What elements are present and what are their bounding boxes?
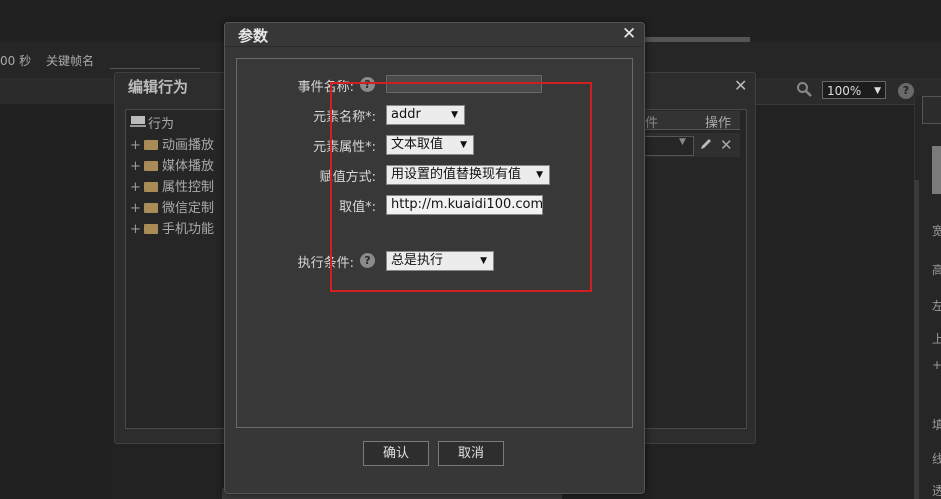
tree-item-label: 手机功能	[162, 222, 215, 237]
tree-item-mobile[interactable]: + 手机功能	[130, 218, 214, 237]
expand-icon[interactable]: +	[130, 180, 144, 195]
width-label: 宽	[932, 224, 941, 238]
divider	[225, 46, 642, 47]
left-label: 左	[932, 299, 941, 313]
tree-item-wechat[interactable]: + 微信定制	[130, 197, 214, 216]
keyframe-name-label: 关键帧名	[46, 54, 95, 68]
tree-item-label: 动画播放	[162, 138, 215, 153]
folder-icon	[144, 182, 158, 192]
close-icon[interactable]: ✕	[734, 76, 747, 95]
frame-time: 00 秒	[0, 54, 32, 68]
left-panel	[0, 104, 114, 499]
close-icon[interactable]: ✕	[622, 24, 636, 44]
expand-icon[interactable]: +	[130, 138, 144, 153]
highlight-box	[330, 82, 592, 292]
column-operations: 操作	[705, 116, 732, 131]
tree-root-label[interactable]: 行为	[148, 113, 174, 132]
opacity-label: 透	[932, 484, 941, 498]
tree-item-animation[interactable]: + 动画播放	[130, 134, 214, 153]
tree-item-label: 微信定制	[162, 201, 215, 216]
folder-icon	[144, 203, 158, 213]
fill-label: 填	[932, 418, 941, 432]
expand-icon[interactable]: +	[130, 159, 144, 174]
column-event: 件	[645, 116, 659, 131]
tree-item-label: 媒体播放	[162, 159, 215, 174]
expand-icon[interactable]: +	[130, 222, 144, 237]
folder-icon	[144, 224, 158, 234]
confirm-button[interactable]: 确认	[363, 441, 429, 466]
pencil-icon[interactable]	[699, 137, 713, 151]
right-panel-scrollbar[interactable]	[914, 180, 919, 499]
help-icon[interactable]: ?	[898, 83, 914, 99]
cancel-button[interactable]: 取消	[438, 441, 504, 466]
height-label: 高	[932, 263, 941, 277]
edit-behavior-title: 编辑行为	[128, 78, 189, 96]
params-dialog-title: 参数	[238, 27, 269, 45]
folder-icon	[144, 140, 158, 150]
folder-icon	[144, 161, 158, 171]
add-label[interactable]: +	[932, 358, 941, 372]
line-label: 线	[932, 452, 941, 466]
top-label: 上	[932, 332, 941, 346]
right-panel-tab[interactable]	[922, 96, 941, 124]
delete-icon[interactable]: ✕	[720, 136, 733, 154]
chevron-down-icon: ▼	[679, 137, 686, 147]
keyframe-name-input[interactable]	[110, 68, 200, 69]
chevron-down-icon: ▼	[874, 86, 881, 96]
search-icon[interactable]	[796, 81, 812, 97]
tree-item-property[interactable]: + 属性控制	[130, 176, 214, 195]
tree-item-label: 属性控制	[162, 180, 215, 195]
tree-item-media[interactable]: + 媒体播放	[130, 155, 214, 174]
event-select[interactable]	[642, 136, 694, 156]
zoom-value: 100%	[827, 84, 862, 98]
element-thumbnail[interactable]	[932, 146, 941, 194]
expand-icon[interactable]: +	[130, 201, 144, 216]
zoom-select[interactable]: 100% ▼	[822, 81, 886, 99]
monitor-icon	[130, 116, 146, 127]
